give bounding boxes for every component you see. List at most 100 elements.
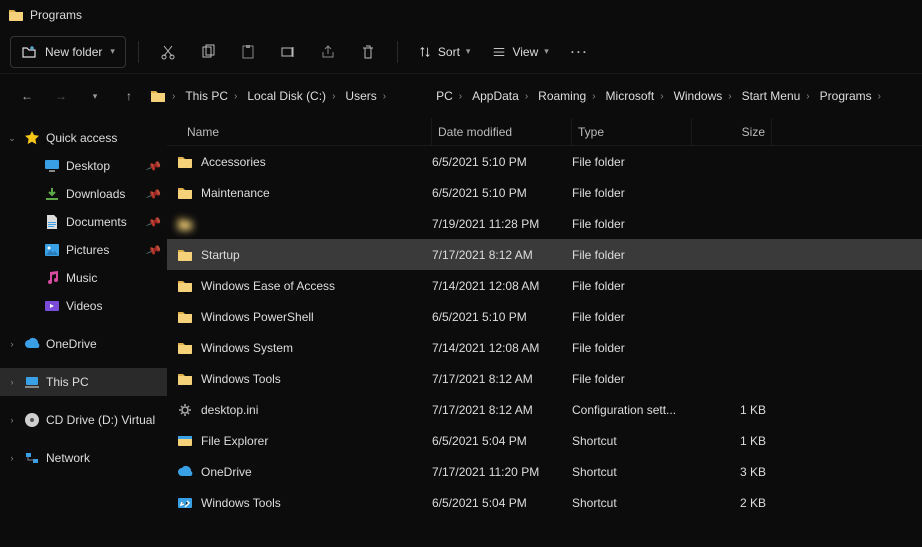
table-row[interactable]: Accessories6/5/2021 5:10 PMFile folder xyxy=(167,146,922,177)
file-type: File folder xyxy=(572,372,692,386)
folder-icon xyxy=(177,340,193,356)
folder-icon xyxy=(177,371,193,387)
column-date[interactable]: Date modified xyxy=(432,118,572,145)
file-name: Accessories xyxy=(201,155,266,169)
column-size[interactable]: Size xyxy=(692,118,772,145)
file-type: File folder xyxy=(572,248,692,262)
sidebar-item-desktop[interactable]: Desktop📌 xyxy=(0,152,167,180)
sidebar: ⌄ Quick access Desktop📌 Downloads📌 Docum… xyxy=(0,118,167,547)
file-name: File Explorer xyxy=(201,434,268,448)
file-type: File folder xyxy=(572,155,692,169)
folder-icon xyxy=(177,154,193,170)
share-button[interactable] xyxy=(311,36,345,68)
pin-icon: 📌 xyxy=(145,186,162,203)
table-row[interactable]: Startup7/17/2021 8:12 AMFile folder xyxy=(167,239,922,270)
folder-icon xyxy=(177,309,193,325)
sidebar-onedrive[interactable]: ›OneDrive xyxy=(0,330,167,358)
more-icon: ··· xyxy=(571,45,589,59)
forward-button[interactable]: → xyxy=(44,79,78,113)
sidebar-network[interactable]: ›Network xyxy=(0,444,167,472)
table-row[interactable]: Windows PowerShell6/5/2021 5:10 PMFile f… xyxy=(167,301,922,332)
sidebar-item-documents[interactable]: Documents📌 xyxy=(0,208,167,236)
crumb[interactable]: Roaming› xyxy=(534,89,599,103)
table-row[interactable]: Windows Tools6/5/2021 5:04 PMShortcut2 K… xyxy=(167,487,922,518)
file-type: Configuration sett... xyxy=(572,403,692,417)
new-folder-button[interactable]: New folder ▾ xyxy=(10,36,126,68)
chevron-right-icon[interactable]: › xyxy=(6,453,18,463)
pin-icon: 📌 xyxy=(145,158,162,175)
view-icon xyxy=(492,45,506,59)
file-name: Windows Ease of Access xyxy=(201,279,335,293)
sidebar-this-pc[interactable]: ›This PC xyxy=(0,368,167,396)
sidebar-quick-access[interactable]: ⌄ Quick access xyxy=(0,124,167,152)
table-row[interactable]: desktop.ini7/17/2021 8:12 AMConfiguratio… xyxy=(167,394,922,425)
column-name[interactable]: Name xyxy=(167,118,432,145)
file-date: 6/5/2021 5:10 PM xyxy=(432,186,572,200)
crumb[interactable]: This PC› xyxy=(181,89,241,103)
copy-button[interactable] xyxy=(191,36,225,68)
file-date: 7/19/2021 11:28 PM xyxy=(432,217,572,231)
address-bar[interactable]: › This PC› Local Disk (C:)› Users› PC› A… xyxy=(146,80,912,112)
chevron-down-icon: ▾ xyxy=(110,46,115,57)
crumb[interactable]: Local Disk (C:)› xyxy=(243,89,339,103)
file-date: 7/17/2021 8:12 AM xyxy=(432,403,572,417)
file-size: 2 KB xyxy=(692,496,772,510)
view-button[interactable]: View ▾ xyxy=(484,36,556,68)
titlebar: Programs xyxy=(0,0,922,30)
downloads-icon xyxy=(44,186,60,202)
documents-icon xyxy=(44,214,60,230)
ini-icon xyxy=(177,402,193,418)
column-type[interactable]: Type xyxy=(572,118,692,145)
cd-icon xyxy=(24,412,40,428)
cut-icon xyxy=(160,44,176,60)
sort-button[interactable]: Sort ▾ xyxy=(410,36,479,68)
folder-icon xyxy=(177,247,193,263)
cut-button[interactable] xyxy=(151,36,185,68)
more-button[interactable]: ··· xyxy=(563,36,597,68)
crumb[interactable]: Microsoft› xyxy=(602,89,668,103)
crumb[interactable]: Start Menu› xyxy=(738,89,814,103)
crumb[interactable]: AppData› xyxy=(468,89,532,103)
file-date: 7/17/2021 11:20 PM xyxy=(432,465,572,479)
delete-button[interactable] xyxy=(351,36,385,68)
table-row[interactable]: Windows Tools7/17/2021 8:12 AMFile folde… xyxy=(167,363,922,394)
folder-icon xyxy=(150,88,166,104)
file-date: 7/14/2021 12:08 AM xyxy=(432,279,572,293)
paste-icon xyxy=(240,44,256,60)
crumb[interactable]: Users› xyxy=(341,89,390,103)
chevron-right-icon[interactable]: › xyxy=(6,339,18,349)
crumb[interactable]: Programs› xyxy=(816,89,885,103)
paste-button[interactable] xyxy=(231,36,265,68)
chevron-down-icon[interactable]: ⌄ xyxy=(6,133,18,144)
table-row[interactable]: Maintenance6/5/2021 5:10 PMFile folder xyxy=(167,177,922,208)
file-type: Shortcut xyxy=(572,465,692,479)
up-button[interactable]: ↑ xyxy=(112,79,146,113)
sidebar-item-music[interactable]: Music xyxy=(0,264,167,292)
chevron-right-icon[interactable]: › xyxy=(6,415,18,425)
table-row[interactable]: File Explorer6/5/2021 5:04 PMShortcut1 K… xyxy=(167,425,922,456)
table-row[interactable]: Windows System7/14/2021 12:08 AMFile fol… xyxy=(167,332,922,363)
rename-button[interactable] xyxy=(271,36,305,68)
recent-button[interactable]: ▾ xyxy=(78,79,112,113)
back-button[interactable]: ← xyxy=(10,79,44,113)
sidebar-item-videos[interactable]: Videos xyxy=(0,292,167,320)
crumb[interactable]: Windows› xyxy=(670,89,736,103)
quick-access-label: Quick access xyxy=(46,131,117,145)
file-date: 7/17/2021 8:12 AM xyxy=(432,248,572,262)
folder-icon xyxy=(177,278,193,294)
file-type: Shortcut xyxy=(572,434,692,448)
sidebar-cd-drive[interactable]: ›CD Drive (D:) Virtual xyxy=(0,406,167,434)
file-size: 3 KB xyxy=(692,465,772,479)
file-list: Name Date modified Type Size Accessories… xyxy=(167,118,922,547)
chevron-right-icon[interactable]: › xyxy=(6,377,18,387)
table-row[interactable]: Windows Ease of Access 7/14/2021 12:08 AM… xyxy=(167,270,922,301)
explorer-icon xyxy=(177,433,193,449)
music-icon xyxy=(44,270,60,286)
column-headers: Name Date modified Type Size xyxy=(167,118,922,146)
table-row[interactable]: 7/19/2021 11:28 PMFile folder xyxy=(167,208,922,239)
sidebar-item-downloads[interactable]: Downloads📌 xyxy=(0,180,167,208)
table-row[interactable]: OneDrive7/17/2021 11:20 PMShortcut3 KB xyxy=(167,456,922,487)
sidebar-item-pictures[interactable]: Pictures📌 xyxy=(0,236,167,264)
pin-icon: 📌 xyxy=(145,214,162,231)
crumb[interactable]: PC› xyxy=(432,89,466,103)
